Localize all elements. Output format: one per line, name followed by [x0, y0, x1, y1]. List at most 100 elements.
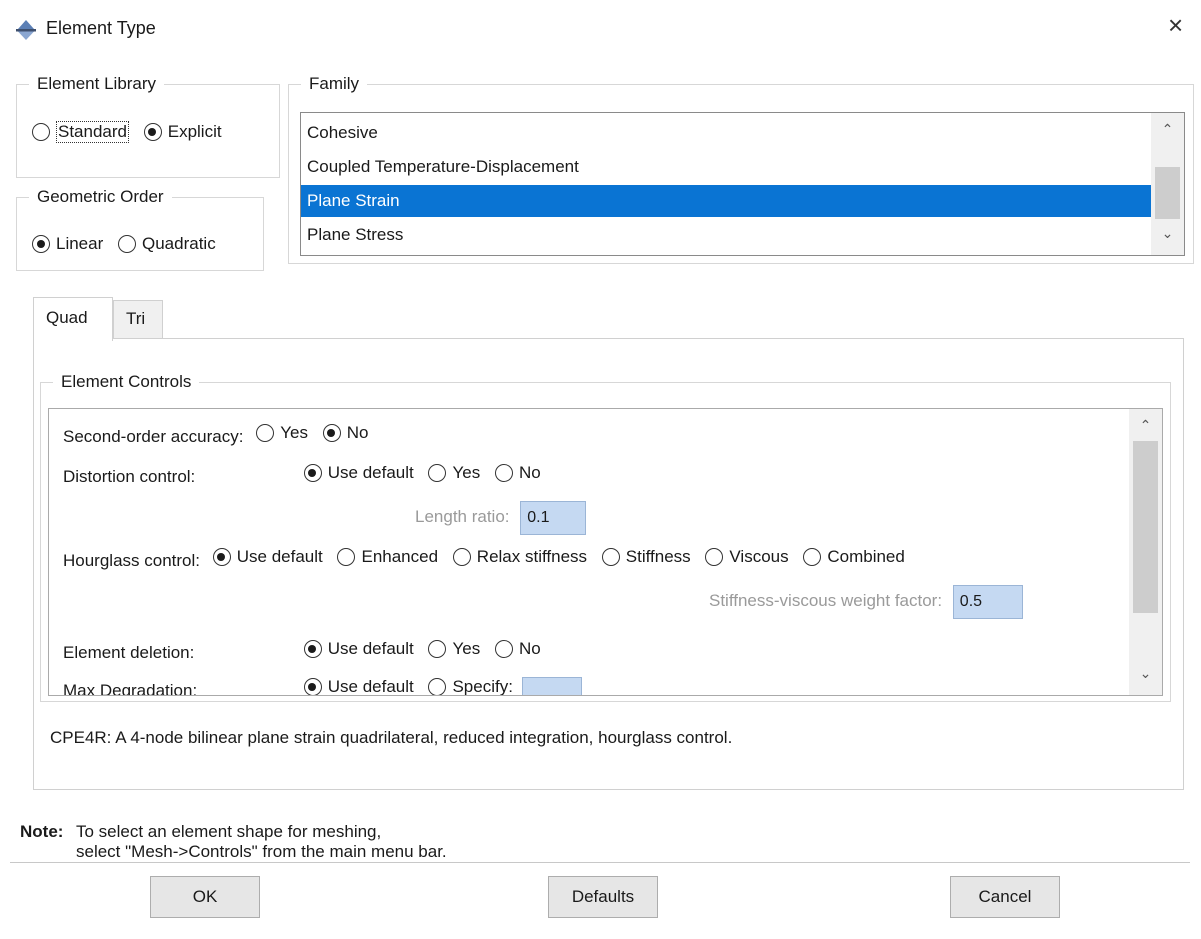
radio-hourglass-stiffness-circle — [601, 548, 620, 566]
radio-explicit[interactable]: Explicit — [143, 122, 222, 142]
radio-deletion-yes-label: Yes — [452, 639, 481, 658]
max-degradation-field[interactable] — [521, 677, 582, 695]
radio-hourglass-relax[interactable]: Relax stiffness — [452, 547, 588, 567]
defaults-button[interactable]: Defaults — [548, 876, 658, 918]
close-icon[interactable]: × — [1168, 12, 1183, 38]
family-item-plane-strain[interactable]: Plane Strain — [301, 185, 1151, 217]
note-label: Note: — [20, 822, 64, 841]
radio-hourglass-default[interactable]: Use default — [212, 547, 323, 567]
radio-hourglass-default-circle — [212, 548, 231, 566]
element-type-icon — [16, 20, 36, 40]
radio-distortion-default-label: Use default — [327, 463, 414, 482]
radio-hourglass-stiffness-label: Stiffness — [625, 547, 691, 566]
deletion-label: Element deletion: — [63, 643, 195, 662]
weight-factor-field[interactable]: 0.5 — [952, 585, 1023, 619]
footer-separator — [10, 862, 1190, 863]
radio-linear-label: Linear — [56, 234, 104, 253]
radio-explicit-circle — [143, 123, 162, 141]
element-controls-scroll-area[interactable]: Second-order accuracy: Yes No Distortion… — [48, 408, 1163, 696]
tab-tri[interactable]: Tri — [113, 300, 163, 339]
radio-second-order-no-label: No — [346, 423, 369, 442]
cancel-button[interactable]: Cancel — [950, 876, 1060, 918]
radio-deletion-no-circle — [494, 640, 513, 658]
radio-explicit-label: Explicit — [167, 122, 222, 141]
radio-hourglass-stiffness[interactable]: Stiffness — [601, 547, 691, 567]
length-ratio-label: Length ratio: — [415, 507, 510, 526]
radio-deletion-default[interactable]: Use default — [303, 639, 414, 659]
note-line-2: select "Mesh->Controls" from the main me… — [76, 842, 447, 861]
radio-hourglass-combined[interactable]: Combined — [803, 547, 905, 567]
radio-hourglass-viscous-label: Viscous — [729, 547, 789, 566]
family-scroll-thumb[interactable] — [1155, 167, 1180, 219]
hourglass-row: Hourglass control: Use default Enhanced … — [63, 547, 905, 571]
radio-max-degradation-specify-label: Specify: — [452, 677, 513, 696]
second-order-label: Second-order accuracy: — [63, 427, 244, 446]
radio-distortion-no-label: No — [518, 463, 541, 482]
radio-hourglass-enhanced[interactable]: Enhanced — [337, 547, 438, 567]
radio-hourglass-viscous-circle — [705, 548, 724, 566]
radio-second-order-yes-label: Yes — [280, 423, 308, 442]
family-item-plane-stress[interactable]: Plane Stress — [301, 219, 1151, 251]
radio-deletion-yes-circle — [428, 640, 447, 658]
radio-hourglass-relax-label: Relax stiffness — [476, 547, 588, 566]
distortion-row: Distortion control: Use default Yes No — [63, 463, 541, 487]
radio-max-degradation-default-circle — [303, 678, 322, 695]
chevron-up-icon[interactable]: ⌃ — [1151, 121, 1184, 138]
family-scrollbar[interactable]: ⌃ ⌄ — [1151, 113, 1184, 255]
radio-deletion-default-circle — [303, 640, 322, 658]
second-order-row: Second-order accuracy: Yes No — [63, 423, 368, 447]
element-library-legend: Element Library — [37, 74, 157, 93]
radio-linear-circle — [32, 235, 50, 253]
radio-quadratic-label: Quadratic — [142, 234, 216, 253]
radio-deletion-yes[interactable]: Yes — [428, 639, 480, 659]
radio-max-degradation-specify[interactable]: Specify: — [428, 677, 513, 696]
family-item-coupled-temp-disp[interactable]: Coupled Temperature-Displacement — [301, 151, 1151, 183]
radio-hourglass-combined-label: Combined — [827, 547, 905, 566]
radio-deletion-no-label: No — [518, 639, 541, 658]
radio-max-degradation-specify-circle — [428, 678, 447, 695]
radio-hourglass-default-label: Use default — [236, 547, 323, 566]
distortion-label: Distortion control: — [63, 467, 196, 486]
radio-quadratic-circle — [118, 235, 136, 253]
geometric-order-legend: Geometric Order — [37, 187, 164, 206]
radio-deletion-default-label: Use default — [327, 639, 414, 658]
radio-standard-label: Standard — [56, 121, 129, 143]
hourglass-label: Hourglass control: — [63, 551, 201, 570]
radio-hourglass-viscous[interactable]: Viscous — [705, 547, 789, 567]
deletion-row: Element deletion: Use default Yes No — [63, 639, 541, 663]
length-ratio-field[interactable]: 0.1 — [520, 501, 587, 535]
weight-factor-label: Stiffness-viscous weight factor: — [709, 591, 943, 610]
radio-hourglass-combined-circle — [803, 548, 822, 566]
window-title: Element Type — [46, 18, 156, 38]
radio-distortion-yes[interactable]: Yes — [428, 463, 480, 483]
ok-button[interactable]: OK — [150, 876, 260, 918]
chevron-down-icon[interactable]: ⌄ — [1151, 225, 1184, 242]
controls-scroll-thumb[interactable] — [1133, 441, 1158, 613]
radio-distortion-yes-circle — [428, 464, 447, 482]
length-ratio-row: Length ratio: 0.1 — [415, 501, 587, 535]
controls-scrollbar[interactable]: ⌃ ⌄ — [1129, 409, 1162, 695]
tab-quad[interactable]: Quad — [33, 297, 113, 341]
max-degradation-row: Max Degradation: Use default Specify: — [63, 677, 582, 696]
radio-hourglass-enhanced-circle — [337, 548, 356, 566]
family-legend: Family — [309, 74, 360, 93]
radio-linear[interactable]: Linear — [32, 234, 103, 254]
radio-second-order-yes[interactable]: Yes — [256, 423, 308, 443]
family-item-cohesive[interactable]: Cohesive — [301, 117, 1151, 149]
radio-deletion-no[interactable]: No — [494, 639, 541, 659]
chevron-down-icon[interactable]: ⌄ — [1129, 665, 1162, 682]
family-listbox[interactable]: Cohesive Coupled Temperature-Displacemen… — [300, 112, 1185, 256]
element-description: CPE4R: A 4-node bilinear plane strain qu… — [50, 728, 733, 747]
radio-distortion-no[interactable]: No — [494, 463, 541, 483]
radio-distortion-yes-label: Yes — [452, 463, 481, 482]
radio-max-degradation-default[interactable]: Use default — [303, 677, 414, 695]
chevron-up-icon[interactable]: ⌃ — [1129, 417, 1162, 434]
radio-distortion-no-circle — [494, 464, 513, 482]
radio-quadratic[interactable]: Quadratic — [118, 234, 216, 254]
radio-second-order-no[interactable]: No — [322, 423, 369, 443]
radio-standard-circle — [32, 123, 50, 141]
note-line-1: To select an element shape for meshing, — [76, 822, 382, 841]
radio-standard[interactable]: Standard — [32, 121, 129, 143]
max-degradation-label: Max Degradation: — [63, 681, 198, 696]
radio-distortion-default[interactable]: Use default — [303, 463, 414, 483]
